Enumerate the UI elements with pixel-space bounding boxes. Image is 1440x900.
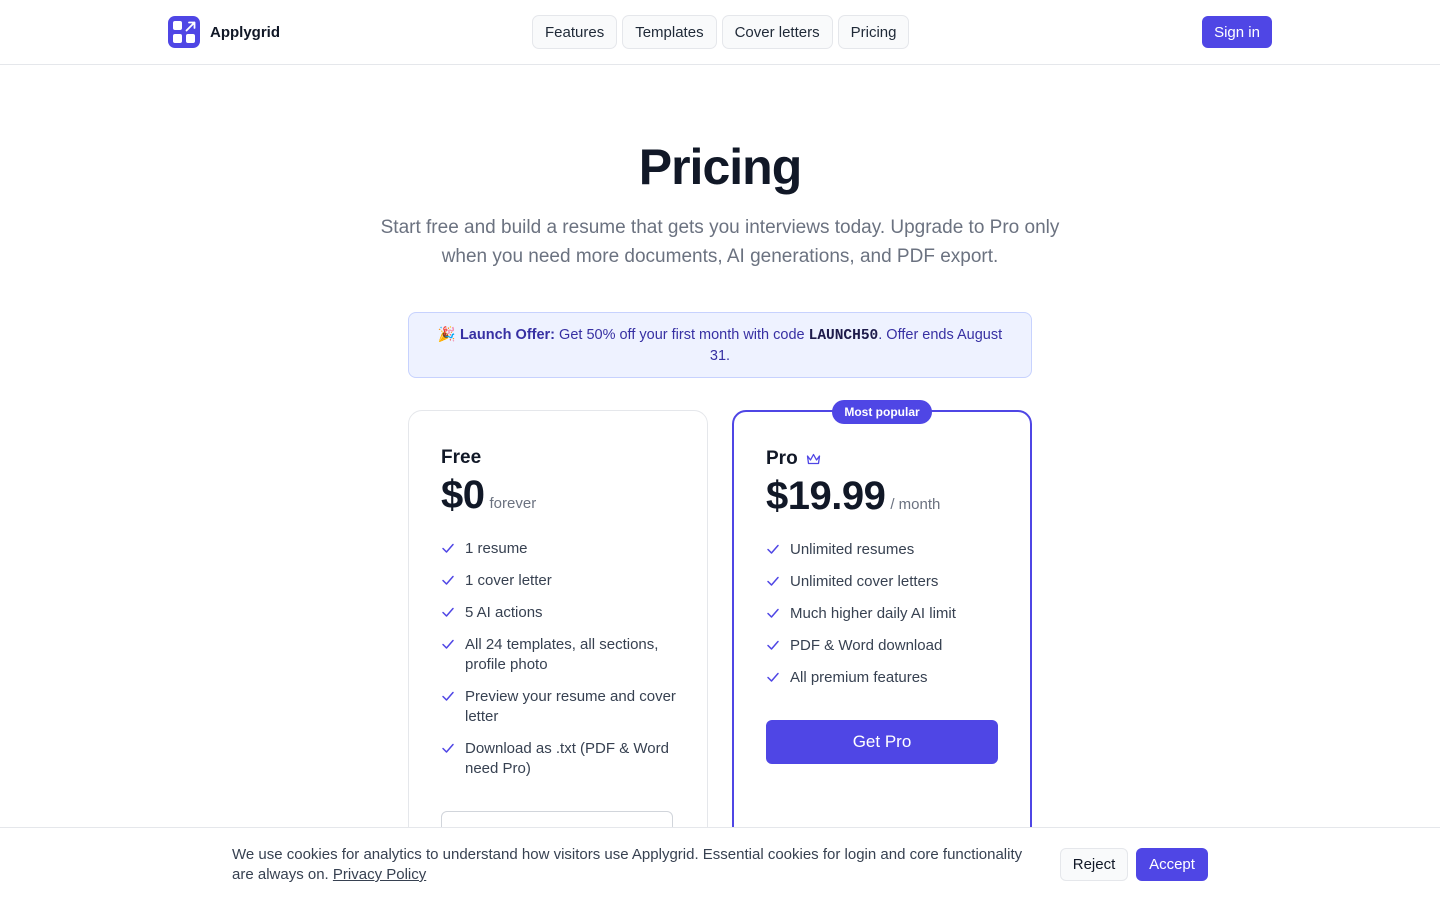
check-icon <box>767 640 779 650</box>
feature-item: 1 cover letter <box>441 571 681 591</box>
price-row: $19.99 / month <box>766 474 940 519</box>
price-row: $0 forever <box>441 473 536 518</box>
offer-text: Get 50% off your first month with code <box>555 327 809 343</box>
site-header: Applygrid Features Templates Cover lette… <box>0 0 1440 65</box>
accept-cookies-button[interactable]: Accept <box>1136 848 1208 881</box>
feature-text: 1 resume <box>465 540 528 557</box>
crown-icon <box>806 453 820 464</box>
sign-in-button[interactable]: Sign in <box>1202 16 1272 48</box>
privacy-policy-link[interactable]: Privacy Policy <box>333 866 426 883</box>
feature-text: Unlimited resumes <box>790 541 915 558</box>
plan-price: $0 <box>441 473 485 517</box>
feature-text: All premium features <box>790 669 928 686</box>
brand-logo-link[interactable]: Applygrid <box>168 16 280 48</box>
plan-period: / month <box>890 496 941 513</box>
feature-item: 1 resume <box>441 539 681 559</box>
feature-list: 1 resume 1 cover letter 5 AI actions All… <box>441 539 681 791</box>
feature-text: Download as .txt (PDF & Word need Pro) <box>465 740 669 777</box>
cookie-message: We use cookies for analytics to understa… <box>232 845 1032 885</box>
feature-text: Much higher daily AI limit <box>790 605 956 622</box>
nav-features[interactable]: Features <box>532 15 618 49</box>
plan-price: $19.99 <box>766 474 886 518</box>
page-subtitle: Start free and build a resume that gets … <box>380 217 1060 267</box>
brand-name: Applygrid <box>210 23 280 41</box>
check-icon <box>442 575 454 585</box>
check-icon <box>442 607 454 617</box>
feature-text: 1 cover letter <box>465 572 552 589</box>
nav-pricing[interactable]: Pricing <box>837 15 910 49</box>
offer-code: LAUNCH50 <box>808 328 879 344</box>
feature-item: Download as .txt (PDF & Word need Pro) <box>441 739 681 779</box>
feature-item: 5 AI actions <box>441 603 681 623</box>
plan-period: forever <box>489 495 537 512</box>
reject-cookies-button[interactable]: Reject <box>1060 848 1128 881</box>
plan-name: Free <box>441 447 481 469</box>
check-icon <box>442 691 454 701</box>
get-pro-button[interactable]: Get Pro <box>766 720 998 764</box>
feature-text: Preview your resume and cover letter <box>465 688 676 725</box>
party-popper-icon: 🎉 <box>437 327 456 343</box>
feature-list: Unlimited resumes Unlimited cover letter… <box>766 540 1006 700</box>
most-popular-badge: Most popular <box>832 400 932 424</box>
main-nav: Features Templates Cover letters Pricing <box>532 15 910 49</box>
feature-text: All 24 templates, all sections, profile … <box>465 636 659 673</box>
check-icon <box>767 576 779 586</box>
plan-name: Pro <box>766 448 821 470</box>
plan-name-text: Pro <box>766 448 798 469</box>
feature-item: Unlimited cover letters <box>766 572 1006 592</box>
check-icon <box>767 544 779 554</box>
launch-offer-banner: 🎉 Launch Offer: Get 50% off your first m… <box>408 312 1032 378</box>
applygrid-logo-icon <box>168 16 200 48</box>
feature-item: All 24 templates, all sections, profile … <box>441 635 681 675</box>
feature-item: PDF & Word download <box>766 636 1006 656</box>
feature-item: Preview your resume and cover letter <box>441 687 681 727</box>
feature-item: Unlimited resumes <box>766 540 1006 560</box>
check-icon <box>767 608 779 618</box>
check-icon <box>442 639 454 649</box>
page-title: Pricing <box>638 139 802 195</box>
check-icon <box>767 672 779 682</box>
nav-cover-letters[interactable]: Cover letters <box>721 15 833 49</box>
feature-text: 5 AI actions <box>465 604 543 621</box>
feature-text: Unlimited cover letters <box>790 573 939 590</box>
feature-item: Much higher daily AI limit <box>766 604 1006 624</box>
plan-name-text: Free <box>441 447 482 468</box>
feature-item: All premium features <box>766 668 1006 688</box>
check-icon <box>442 543 454 553</box>
nav-templates[interactable]: Templates <box>622 15 717 49</box>
offer-label: Launch Offer: <box>459 327 556 343</box>
cookie-banner: We use cookies for analytics to understa… <box>0 827 1440 900</box>
feature-text: PDF & Word download <box>790 637 943 654</box>
check-icon <box>442 743 454 753</box>
